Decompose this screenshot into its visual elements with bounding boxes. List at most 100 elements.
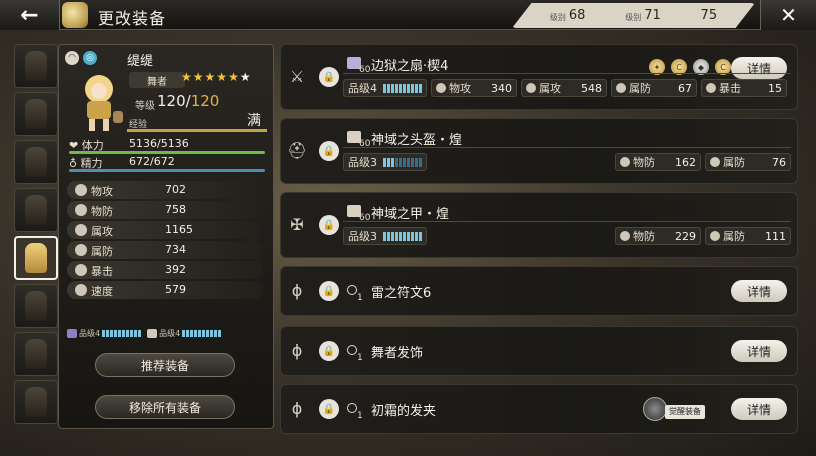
character-sprite: [25, 99, 47, 129]
equipment-slot-head[interactable]: ⛑ 🔒 60 神域之头盔・煌 品级3 物防 162 属防 76: [280, 118, 798, 184]
star-icon: ★: [216, 70, 228, 84]
detail-button[interactable]: 详情: [731, 340, 787, 362]
party-member-slot[interactable]: [14, 284, 58, 328]
remove-all-equipment-button[interactable]: 移除所有装备: [95, 395, 235, 419]
character-sprite: [25, 291, 47, 321]
accessory-item-icon: [347, 403, 357, 413]
rank-label: 品级4: [348, 82, 377, 95]
divider: [343, 221, 791, 222]
exp-status: 满: [247, 113, 261, 129]
stat-chip: 物攻 340: [431, 79, 517, 97]
item-name: 边狱之扇·楔4: [371, 59, 449, 74]
party-member-slot[interactable]: [14, 92, 58, 136]
rank-bar: [383, 231, 422, 241]
armor-icon: ✠: [290, 215, 304, 234]
mp-value: 672/672: [129, 155, 175, 168]
star-icon: ★: [239, 70, 251, 84]
rank-chip: 品级3: [343, 227, 427, 245]
item-level: 1: [357, 353, 363, 363]
character-panel: ◠ ◎ 缇缇 舞者 ★ ★ ★ ★ ★ ★ 等级 120/120 经验 满 ❤ …: [58, 44, 274, 429]
detail-button[interactable]: 详情: [731, 57, 787, 79]
lock-icon[interactable]: 🔒: [319, 399, 339, 419]
party-member-slot[interactable]: [14, 188, 58, 232]
lock-icon[interactable]: 🔒: [319, 67, 339, 87]
equipment-slot-accessory-2[interactable]: ɸ 🔒 1 舞者发饰 详情: [280, 326, 798, 376]
stat-value: 1165: [165, 223, 193, 236]
awaken-equipment-badge[interactable]: 觉醒装备: [643, 397, 727, 423]
detail-button[interactable]: 详情: [731, 398, 787, 420]
party-member-slot[interactable]: [14, 140, 58, 184]
party-member-slot[interactable]: [14, 44, 58, 88]
necklace-icon: ɸ: [291, 341, 303, 360]
level-value: 71: [644, 8, 661, 23]
party-member-slot-selected[interactable]: [14, 236, 58, 280]
hp-bar: [69, 151, 265, 154]
item-stat-row: 品级3 物防 229 属防 111: [343, 227, 791, 247]
back-button[interactable]: ←: [0, 0, 60, 30]
equipment-slot-body[interactable]: ✠ 🔒 60 神域之甲・煌 品级3 物防 229 属防 111: [280, 192, 798, 258]
wind-icon: ◎: [83, 51, 97, 65]
close-button[interactable]: ✕: [760, 0, 816, 30]
equipment-slot-accessory-1[interactable]: ɸ 🔒 1 雷之符文6 详情: [280, 266, 798, 316]
rank-label: 品级4: [79, 328, 101, 338]
elem-defense-icon: [710, 231, 720, 241]
stat-label: 属防: [723, 230, 745, 243]
sword-icon: ⚔: [289, 67, 305, 86]
lock-icon[interactable]: 🔒: [319, 281, 339, 301]
star-icon: ★: [228, 70, 239, 84]
party-member-slot[interactable]: [14, 332, 58, 376]
necklace-icon: ɸ: [291, 281, 303, 300]
lock-icon[interactable]: 🔒: [319, 215, 339, 235]
fan-rank-icon: [67, 328, 77, 338]
party-member-slot[interactable]: [14, 380, 58, 424]
equipment-menu-icon: [62, 2, 88, 28]
stat-label: 属攻: [91, 225, 113, 238]
stat-value: 734: [165, 243, 186, 256]
stat-value: 229: [675, 229, 696, 243]
awaken-label: 觉醒装备: [665, 405, 705, 419]
equipment-slot-accessory-3[interactable]: ɸ 🔒 1 初霜的发夹 觉醒装备 详情: [280, 384, 798, 434]
recommend-equipment-button[interactable]: 推荐装备: [95, 353, 235, 377]
back-arrow-icon: ←: [20, 2, 39, 28]
awaken-gem-icon: [643, 397, 667, 421]
level-cell-3: 75: [701, 8, 718, 23]
phys-attack-icon: [75, 184, 87, 196]
page-title: 更改装备: [98, 9, 167, 28]
stat-row: 物攻 702: [67, 181, 263, 199]
item-level: 1: [357, 411, 363, 421]
stat-chip: 物防 162: [615, 153, 701, 171]
fan-icon: ◠: [65, 51, 79, 65]
elem-attack-icon: [75, 224, 87, 236]
level-value: 120/120: [157, 92, 220, 110]
divider: [343, 147, 791, 148]
stat-chip: 属攻 548: [521, 79, 607, 97]
stat-label: 物防: [633, 230, 655, 243]
stat-value: 340: [491, 81, 512, 95]
close-icon: ✕: [780, 3, 797, 27]
item-name: 雷之符文6: [371, 286, 432, 301]
detail-button[interactable]: 详情: [731, 280, 787, 302]
item-name: 神域之甲・煌: [371, 207, 450, 222]
rank-chip: 品级4: [343, 79, 427, 97]
dagger-rank-icon: [147, 328, 158, 338]
character-sprite: [25, 147, 47, 177]
character-name: 缇缇: [127, 54, 154, 69]
elem-defense-icon: [616, 83, 626, 93]
rank-label: 品级4: [159, 328, 181, 338]
lock-icon[interactable]: 🔒: [319, 341, 339, 361]
weapon-rank-row: 品级4 品级4: [67, 327, 267, 339]
equipment-slot-weapon[interactable]: ⚔ 🔒 60 边狱之扇·楔4 ✦ C ◆ C 详情 品级4 物攻 340 属攻 54…: [280, 44, 798, 110]
level-cell-2: 级别 71: [625, 8, 661, 23]
stat-value: 579: [165, 283, 186, 296]
character-sprite: [25, 339, 47, 369]
stat-label: 物防: [633, 156, 655, 169]
stat-chip: 暴击 15: [701, 79, 787, 97]
lock-icon[interactable]: 🔒: [319, 141, 339, 161]
stat-label: 属攻: [539, 82, 561, 95]
accessory-item-icon: [347, 285, 357, 295]
character-sprite: [25, 51, 47, 81]
party-level-panel: 级别 68 级别 71 75: [512, 3, 755, 28]
phys-attack-icon: [436, 83, 446, 93]
elem-defense-icon: [75, 244, 87, 256]
